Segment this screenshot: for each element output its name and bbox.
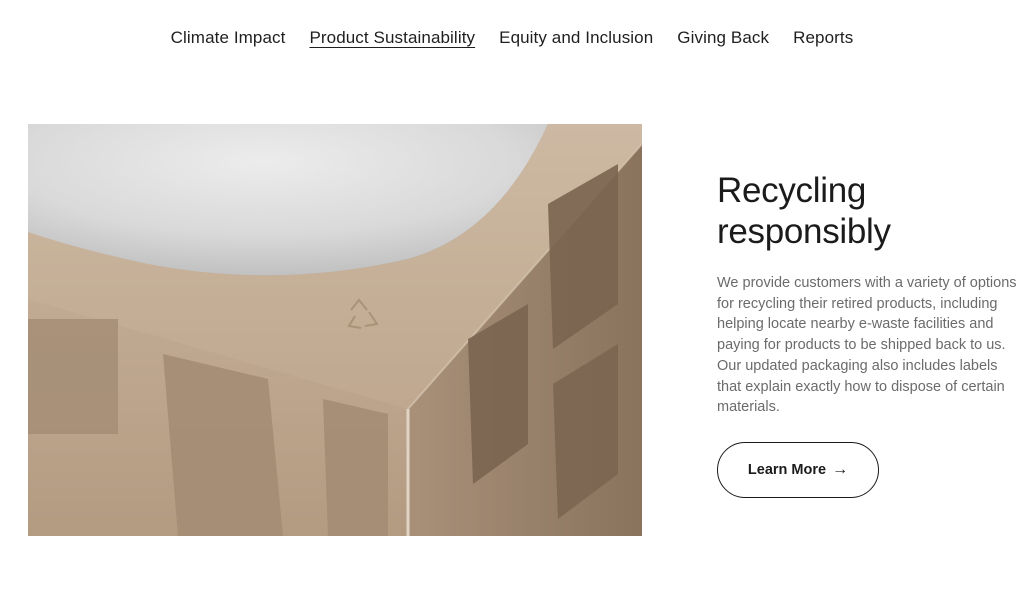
packaging-illustration [28,124,642,536]
hero-image [28,124,642,536]
top-nav: Climate Impact Product Sustainability Eq… [0,27,1024,49]
page: Climate Impact Product Sustainability Eq… [0,0,1024,600]
nav-climate-impact[interactable]: Climate Impact [159,27,298,49]
nav-reports[interactable]: Reports [781,27,865,49]
content-panel: Recycling responsibly We provide custome… [717,170,1017,498]
arrow-right-icon: → [832,461,849,478]
learn-more-button[interactable]: Learn More → [717,442,879,498]
learn-more-label: Learn More [747,462,827,478]
section-body: We provide customers with a variety of o… [717,275,1017,416]
nav-giving-back[interactable]: Giving Back [665,27,781,49]
nav-product-sustainability[interactable]: Product Sustainability [297,27,487,49]
nav-equity-and-inclusion[interactable]: Equity and Inclusion [487,27,665,49]
section-heading: Recycling responsibly [717,171,891,251]
